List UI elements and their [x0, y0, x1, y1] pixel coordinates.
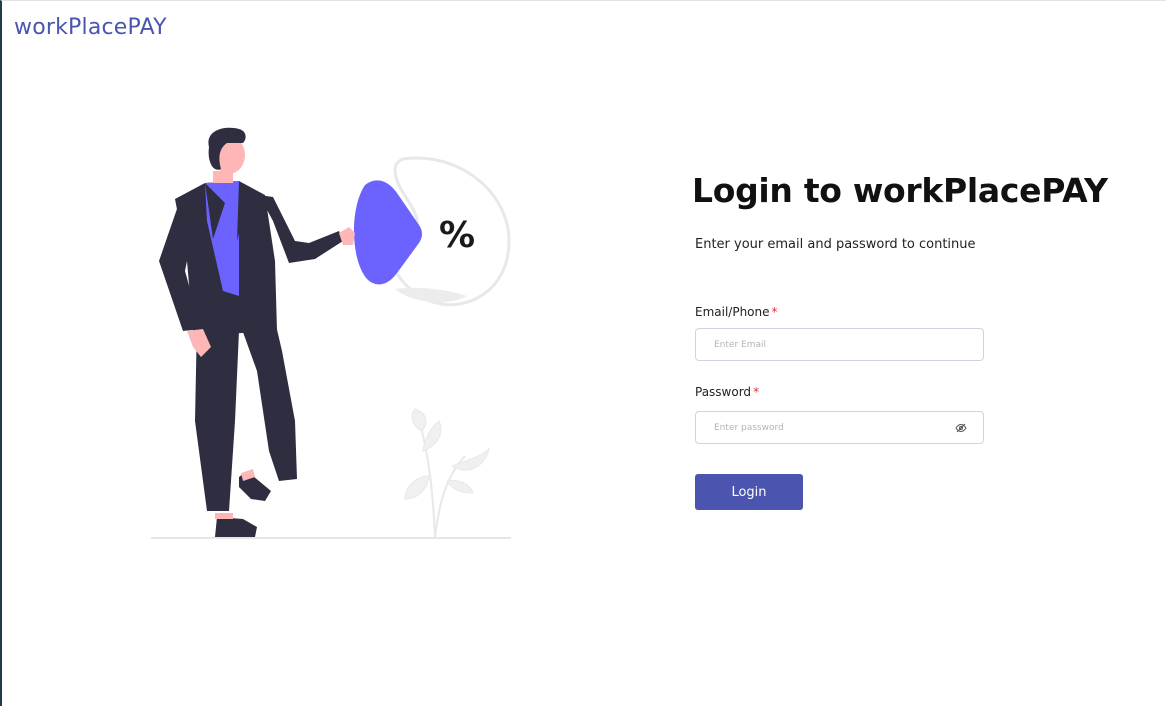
page-title: Login to workPlacePAY: [692, 171, 1108, 210]
password-label-text: Password: [695, 385, 752, 399]
required-marker: *: [753, 385, 760, 399]
email-field[interactable]: [696, 329, 944, 360]
percent-symbol: %: [439, 215, 475, 256]
page-subtitle: Enter your email and password to continu…: [695, 237, 976, 252]
eye-off-icon[interactable]: [955, 422, 967, 434]
password-label: Password *: [695, 385, 759, 399]
email-label-text: Email/Phone: [695, 305, 770, 319]
person-figure: [159, 127, 355, 537]
hero-illustration: %: [151, 127, 511, 539]
login-page: workPlacePAY % Login to workPlacePAY Ent…: [0, 0, 1166, 706]
password-field[interactable]: [696, 412, 944, 443]
email-label: Email/Phone *: [695, 305, 778, 319]
login-button[interactable]: Login: [695, 474, 803, 510]
required-marker: *: [771, 305, 778, 319]
email-field-box: [695, 328, 984, 361]
brand-logo[interactable]: workPlacePAY: [14, 15, 167, 40]
password-field-box: [695, 411, 984, 444]
plant-decoration: [404, 408, 490, 539]
login-form: Login to workPlacePAY Enter your email a…: [692, 171, 1112, 510]
percent-chart-graphic: %: [353, 156, 511, 307]
